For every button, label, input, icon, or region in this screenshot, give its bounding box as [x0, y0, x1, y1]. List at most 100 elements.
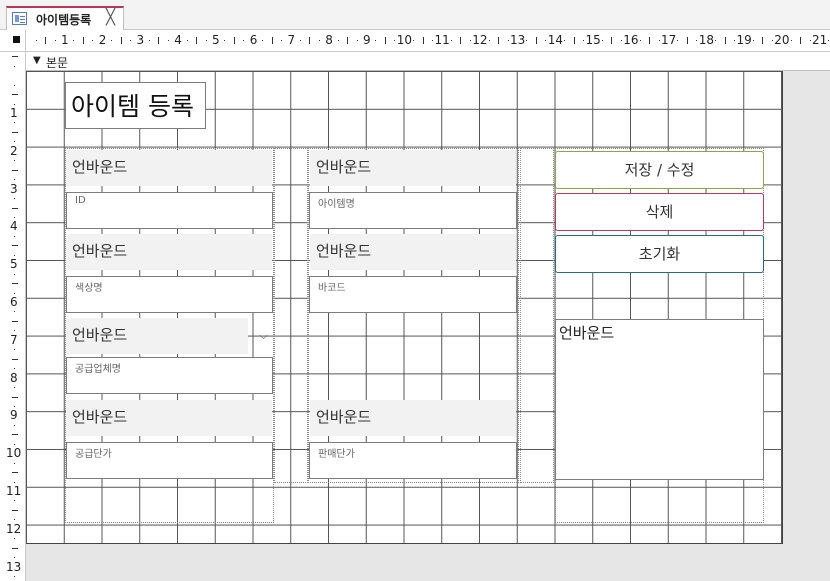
form-title-label[interactable]: 아이템 등록 [65, 82, 206, 129]
ruler-number: 21 [812, 33, 828, 47]
ruler-tick [12, 245, 18, 247]
horizontal-ruler[interactable]: 1 2 3 4 5 6 7 8 9 10 11 12 13 14 15 16 17 18 19 20 21 [26, 30, 830, 52]
ruler-tick [432, 40, 434, 41]
unbound-textbox-sale-price[interactable]: 언바운드 [310, 400, 516, 436]
unbound-textbox-id[interactable]: 언바운드 [66, 150, 272, 186]
unbound-textbox-supply-price[interactable]: 언바운드 [66, 400, 272, 436]
ruler-tick [356, 40, 358, 41]
delete-button[interactable]: 삭제 [555, 193, 764, 231]
unbound-text: 언바운드 [72, 242, 128, 260]
unbound-textbox-color-name[interactable]: 언바운드 [66, 234, 272, 270]
ruler-tick [347, 37, 349, 44]
ruler-tick [696, 40, 698, 41]
ruler-tick [12, 283, 18, 285]
ruler-tick [460, 37, 462, 44]
ruler-number: 10 [6, 446, 22, 461]
ruler-number: 4 [10, 219, 18, 234]
ruler-number: 13 [6, 559, 22, 574]
ruler-tick [130, 40, 132, 41]
ruler-tick [167, 40, 169, 41]
ruler-number: 1 [10, 106, 18, 120]
ruler-tick [14, 103, 15, 105]
ruler-tick [14, 538, 15, 540]
ruler-tick [583, 40, 585, 41]
ruler-tick [545, 40, 547, 41]
ruler-tick [14, 65, 15, 67]
ruler-tick [14, 349, 15, 351]
ruler-number: 8 [325, 33, 333, 47]
ruler-tick [14, 519, 15, 521]
ruler-tick [299, 40, 301, 41]
ruler-tick [111, 40, 113, 41]
ruler-tick [14, 368, 15, 370]
label-color-name[interactable]: 색상명 [66, 276, 273, 313]
ruler-number: 5 [212, 33, 220, 47]
section-label: 본문 [46, 56, 69, 70]
ruler-tick [14, 235, 15, 237]
vertical-ruler[interactable]: 1 2 3 4 5 6 7 8 9 10 11 12 13 [0, 52, 26, 581]
ruler-number: 15 [585, 33, 601, 47]
canvas-outside-area-bottom [26, 545, 830, 581]
unbound-memo-text: 언바운드 [559, 324, 615, 342]
label-supply-price[interactable]: 공급단가 [66, 442, 273, 479]
unbound-textbox-barcode[interactable]: 언바운드 [310, 234, 516, 270]
ruler-number: 12 [472, 33, 488, 47]
ruler-tick [337, 40, 339, 41]
ruler-tick [12, 547, 18, 549]
ruler-tick [12, 131, 18, 133]
ruler-tick [14, 198, 15, 200]
unbound-textbox-item-name[interactable]: 언바운드 [310, 150, 516, 186]
ruler-tick [148, 40, 150, 41]
close-tab-icon[interactable]: ╳ [106, 9, 115, 26]
ruler-tick [394, 40, 396, 41]
ruler-tick [809, 40, 811, 41]
ruler-tick [12, 434, 18, 436]
unbound-combobox-supplier[interactable]: 언바운드 [66, 318, 248, 354]
ruler-corner-select-form[interactable] [0, 30, 26, 52]
ruler-tick [73, 40, 75, 41]
ruler-number: 16 [623, 33, 639, 47]
ruler-tick [12, 396, 18, 398]
ruler-number: 13 [510, 33, 526, 47]
reset-button[interactable]: 초기화 [555, 235, 764, 273]
ruler-tick [14, 122, 15, 124]
ruler-tick [92, 40, 94, 41]
tab-item-registration[interactable]: 아이템등록 ╳ [6, 6, 124, 30]
ruler-tick [762, 37, 764, 44]
ruler-tick [12, 358, 18, 360]
ruler-tick [507, 40, 509, 41]
unbound-memo-textbox[interactable]: 언바운드 [555, 319, 764, 480]
ruler-tick [828, 40, 830, 41]
ruler-number: 7 [287, 33, 296, 47]
ruler-tick [384, 37, 386, 44]
save-update-button[interactable]: 저장 / 수정 [555, 151, 764, 189]
ruler-tick [158, 37, 160, 44]
ruler-number: 14 [547, 33, 564, 47]
ruler-tick [14, 462, 15, 464]
label-sale-price[interactable]: 판매단가 [309, 442, 517, 479]
label-supplier-name[interactable]: 공급업체명 [66, 357, 273, 394]
label-id[interactable]: ID [66, 192, 273, 229]
ruler-number: 9 [10, 408, 18, 423]
ruler-tick [12, 207, 18, 209]
ruler-tick [14, 179, 15, 181]
tab-label: 아이템등록 [36, 13, 92, 27]
unbound-text: 언바운드 [316, 242, 372, 260]
ruler-tick [14, 443, 15, 445]
layout-gap-column-left [274, 148, 308, 483]
label-item-name[interactable]: 아이템명 [309, 192, 517, 229]
ruler-tick [649, 37, 651, 44]
ruler-tick [620, 40, 622, 41]
ruler-number: 3 [10, 181, 18, 196]
ruler-tick [790, 40, 792, 41]
ruler-tick [54, 40, 56, 41]
section-header-detail[interactable]: ▼ 본문 [26, 52, 830, 71]
ruler-tick [14, 424, 15, 426]
form-selector-square-icon[interactable] [13, 36, 20, 43]
ruler-tick [14, 273, 15, 275]
label-barcode[interactable]: 바코드 [309, 276, 517, 313]
ruler-tick [14, 216, 15, 218]
layout-gap-column [520, 148, 554, 483]
ruler-tick [771, 40, 773, 41]
combo-dropdown-arrow-icon[interactable]: ⌵ [256, 326, 271, 346]
